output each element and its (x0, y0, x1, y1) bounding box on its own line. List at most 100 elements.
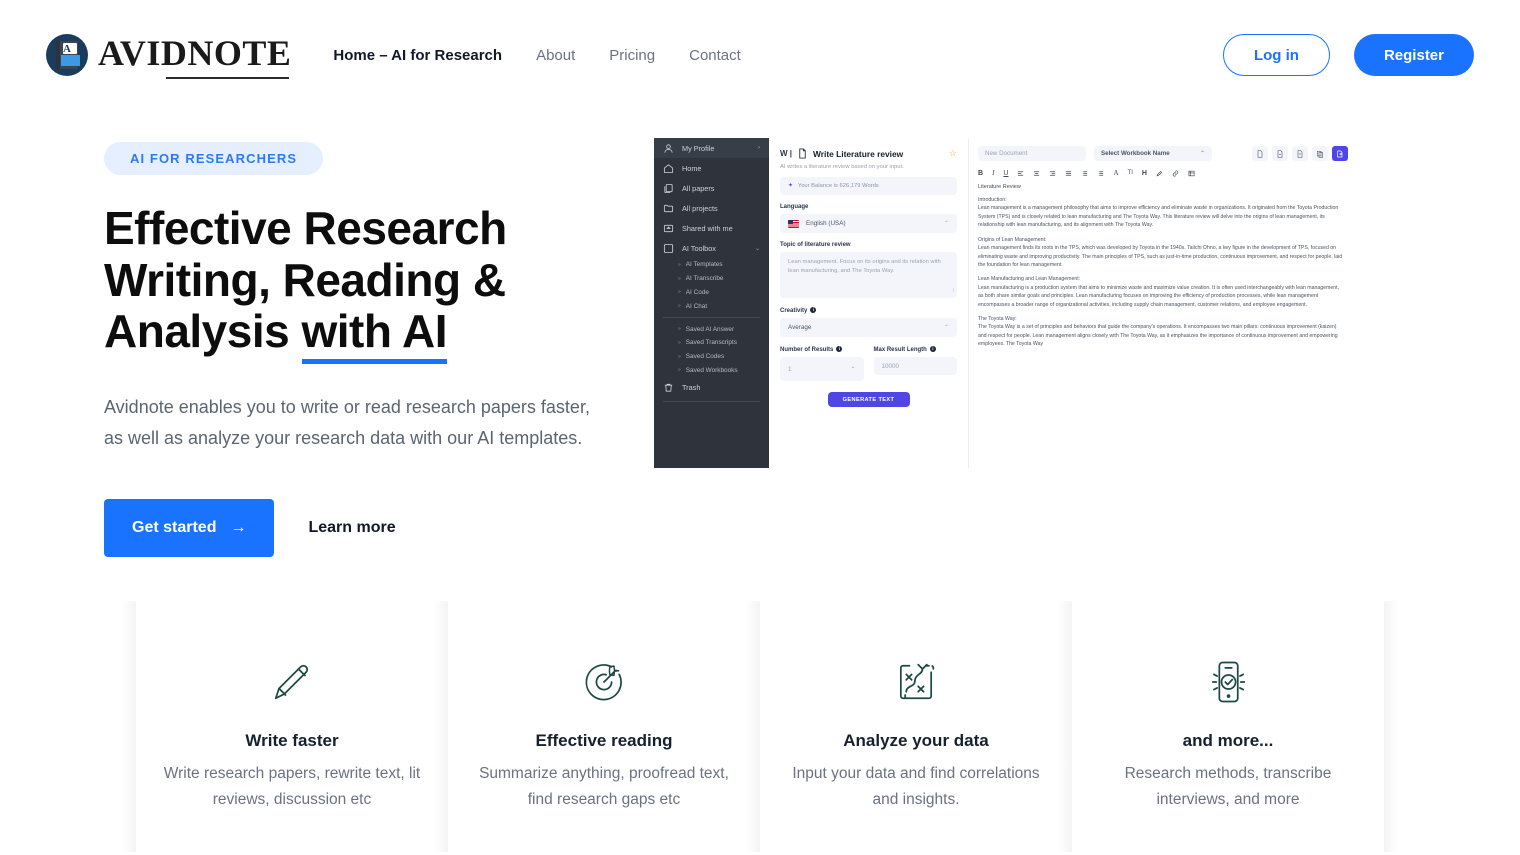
logo-text: AVIDNOTE (98, 33, 292, 73)
text-size-icon[interactable]: TI (1128, 170, 1133, 176)
bullet-icon: » (678, 303, 681, 310)
ordered-list-icon[interactable] (1081, 170, 1088, 177)
sidebar-subitem-saved-workbooks[interactable]: » Saved Workbooks (654, 363, 769, 377)
new-file-icon[interactable] (1252, 146, 1268, 161)
document-section: Introduction: Lean management is a manag… (978, 196, 1344, 230)
sidebar-label-home: Home (682, 163, 702, 173)
results-field: Number of Results i 1 ⌃ (780, 346, 864, 381)
bullet-icon: » (678, 367, 681, 374)
folder-icon (663, 203, 674, 214)
align-right-icon[interactable] (1049, 170, 1056, 177)
nav-item-pricing[interactable]: Pricing (609, 47, 655, 64)
document-name-input[interactable]: New Document (978, 146, 1086, 161)
nav-item-about[interactable]: About (536, 47, 575, 64)
creativity-value: Average (788, 324, 812, 331)
sparkle-icon: ✦ (788, 183, 793, 189)
maxlen-label-text: Max Result Length (873, 347, 927, 353)
document-section: The Toyota Way: The Toyota Way is a set … (978, 315, 1344, 349)
chevron-up-icon: ⌃ (850, 366, 856, 373)
italic-button[interactable]: I (992, 169, 994, 177)
bold-button[interactable]: B (978, 170, 983, 177)
sidebar-item-home[interactable]: Home (654, 158, 769, 178)
sidebar-item-ai-toolbox[interactable]: AI Toolbox ⌄ (654, 238, 769, 258)
learn-more-link[interactable]: Learn more (308, 519, 395, 537)
align-left-icon[interactable] (1017, 170, 1024, 177)
editor-document-body[interactable]: Literature Review Introduction: Lean man… (978, 184, 1348, 349)
balance-text: Your Balance is 626,179 Words (797, 183, 879, 189)
download-file-icon[interactable] (1292, 146, 1308, 161)
generate-text-button[interactable]: GENERATE TEXT (827, 392, 910, 407)
sidebar-subitem-ai-transcribe[interactable]: » AI Transcribe (654, 272, 769, 286)
register-button[interactable]: Register (1353, 34, 1474, 76)
hero-title-line-2: Writing, Reading & (104, 253, 506, 306)
nav-item-contact[interactable]: Contact (689, 47, 741, 64)
creativity-select[interactable]: Average ⌃ (780, 318, 957, 337)
hero-title-highlight: with AI (301, 305, 448, 358)
target-icon (472, 651, 736, 713)
papers-icon (663, 183, 674, 194)
sidebar-sublabel: Saved AI Answer (685, 325, 735, 333)
nav-item-home[interactable]: Home – AI for Research (333, 47, 502, 64)
align-center-icon[interactable] (1033, 170, 1040, 177)
feature-text: Write research papers, rewrite text, lit… (163, 765, 421, 808)
highlighter-icon[interactable] (1156, 170, 1163, 177)
section-heading: Origins of Lean Management: (978, 236, 1047, 243)
info-icon[interactable]: i (929, 346, 936, 352)
sidebar-item-shared-with-me[interactable]: Shared with me (654, 218, 769, 238)
mobile-check-icon (1096, 651, 1360, 713)
feature-card-effective-reading: Effective reading Summarize anything, pr… (434, 601, 774, 852)
document-section: Lean Manufacturing and Lean Management: … (978, 275, 1344, 309)
sidebar-item-my-profile[interactable]: My Profile › (654, 138, 769, 158)
sidebar-subitem-saved-codes[interactable]: » Saved Codes (654, 350, 769, 364)
table-icon[interactable] (1188, 170, 1195, 177)
page-title: Effective Research Writing, Reading & An… (104, 202, 624, 358)
workbook-select[interactable]: Select Workbook Name ⌃ (1094, 146, 1212, 161)
export-icon[interactable] (1332, 146, 1348, 161)
sidebar-item-trash[interactable]: Trash (654, 377, 769, 397)
get-started-button[interactable]: Get started → (104, 499, 275, 558)
results-input[interactable]: 1 ⌃ (780, 357, 864, 381)
copy-icon[interactable] (1312, 146, 1328, 161)
pencil-icon (160, 651, 424, 713)
underline-button[interactable]: U (1003, 170, 1008, 177)
sidebar-subitem-ai-templates[interactable]: » AI Templates (654, 258, 769, 272)
bullet-icon: » (678, 326, 681, 333)
sidebar-item-all-projects[interactable]: All projects (654, 198, 769, 218)
logo[interactable]: A AVIDNOTE (46, 33, 292, 79)
font-icon[interactable]: A (1113, 169, 1118, 177)
arrow-right-icon: → (230, 519, 247, 537)
info-icon[interactable]: i (810, 307, 817, 313)
template-description: AI writes a literature review based on y… (780, 164, 904, 170)
sidebar-subitem-saved-transcripts[interactable]: » Saved Transcripts (654, 336, 769, 350)
sidebar-label-all-papers: All papers (682, 183, 715, 193)
language-select[interactable]: English (USA) ⌃ (780, 214, 957, 233)
bullet-icon: » (678, 261, 681, 268)
section-body: Lean management finds its roots in the T… (978, 245, 1343, 268)
sidebar-sublabel: Saved Workbooks (685, 366, 738, 374)
sidebar-label-trash: Trash (682, 382, 701, 392)
hero-app-preview: My Profile › Home All papers All project… (654, 132, 1474, 557)
language-value: English (USA) (806, 220, 846, 227)
sidebar-subitem-saved-ai-answer[interactable]: » Saved AI Answer (654, 322, 769, 336)
feature-title: and more... (1182, 731, 1274, 751)
sidebar-divider-bottom (663, 401, 760, 403)
user-icon (663, 143, 674, 154)
maxlen-input[interactable]: 10000 (873, 357, 957, 375)
feature-text: Research methods, transcribe interviews,… (1124, 765, 1332, 808)
sidebar-item-all-papers[interactable]: All papers (654, 178, 769, 198)
info-icon[interactable]: i (836, 346, 843, 352)
sidebar-subitem-ai-chat[interactable]: » AI Chat (654, 299, 769, 313)
heading-icon[interactable]: H (1142, 170, 1147, 177)
save-file-icon[interactable] (1272, 146, 1288, 161)
topic-input[interactable]: Lean management. Focus on its origins an… (780, 252, 957, 298)
form-row-results: Number of Results i 1 ⌃ Max Result Length… (780, 346, 957, 381)
bullet-list-icon[interactable] (1097, 170, 1104, 177)
align-justify-icon[interactable] (1065, 170, 1072, 177)
balance-banner: ✦ Your Balance is 626,179 Words (780, 177, 957, 195)
preview-template-form: W | Write Literature review ☆ AI writes … (769, 138, 969, 468)
link-icon[interactable] (1172, 170, 1179, 177)
login-button[interactable]: Log in (1222, 34, 1330, 76)
section-body: The Toyota Way is a set of principles an… (978, 324, 1338, 348)
preview-editor: New Document Select Workbook Name ⌃ B I … (969, 138, 1357, 468)
sidebar-subitem-ai-code[interactable]: » AI Code (654, 286, 769, 300)
